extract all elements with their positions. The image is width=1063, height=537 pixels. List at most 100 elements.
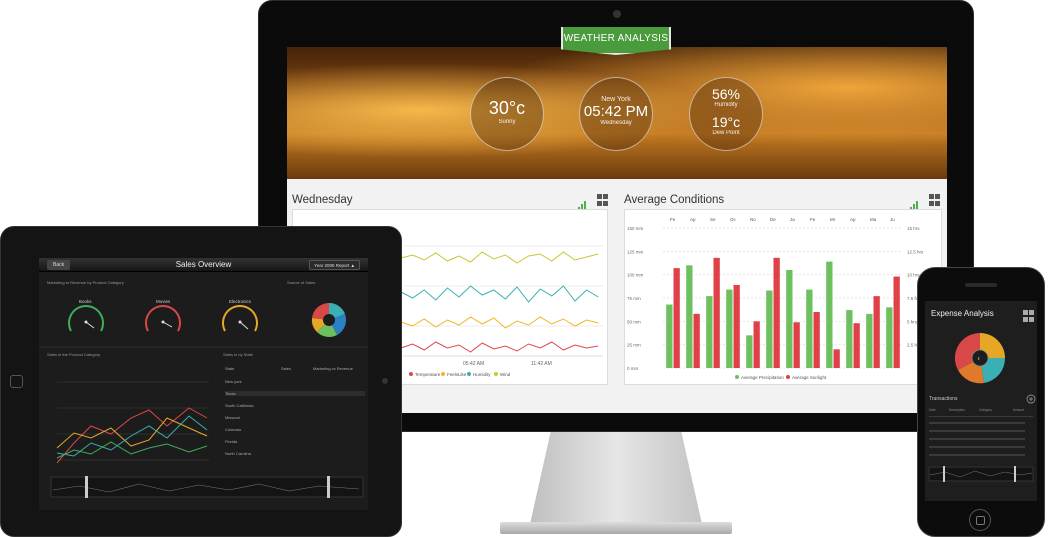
clock-circle: New York 05:42 PM Wednesday <box>579 77 653 151</box>
state-row-6[interactable]: North Carolina <box>225 451 251 456</box>
sunlight-bar <box>873 296 880 368</box>
gauge-label-books: Books <box>79 299 92 304</box>
weather-series-line <box>400 341 599 353</box>
gauge-books <box>68 305 104 332</box>
transaction-row[interactable] <box>929 422 1025 424</box>
precipitation-bar <box>866 313 873 368</box>
sunlight-bar <box>833 349 840 368</box>
tablet-device: Back Sales Overview Year 2005 Report ▲ M… <box>0 226 402 537</box>
sunlight-bar <box>813 312 820 368</box>
source-pie <box>311 302 347 337</box>
sunlight-bar <box>753 321 760 368</box>
phone-earpiece <box>965 283 997 287</box>
left-axis-tick: 150 mm <box>627 226 644 231</box>
left-axis-tick: 125 mm <box>627 249 644 254</box>
temperature-value: 30°c <box>488 98 526 118</box>
precipitation-bar <box>706 296 713 368</box>
sunlight-bar <box>893 276 900 368</box>
state-row-0[interactable]: New york <box>225 379 242 384</box>
month-label: Mr <box>830 217 836 222</box>
month-label: Ju <box>890 217 895 222</box>
phone-screen: Expense Analysis ‹ Transactions Date Des… <box>925 301 1037 501</box>
header-date: Date <box>929 408 936 412</box>
legend-sunlight: Average Sunlight <box>792 375 827 380</box>
month-label: Oc <box>730 217 737 222</box>
tablet-charts: Books Movies Electronics <box>39 299 368 498</box>
dew-label: Dew Point <box>712 130 740 136</box>
weather-hero: WEATHER ANALYSIS 30°c Sunny New York 05:… <box>287 27 947 179</box>
sunlight-bar <box>793 322 800 368</box>
time-tick-0: 05:42 AM <box>463 361 484 367</box>
grid-view-icon-2[interactable] <box>929 194 941 206</box>
header-amount: Amount <box>1013 408 1024 412</box>
phone-timeline-left-handle[interactable] <box>943 466 945 482</box>
month-label: Ap <box>690 217 696 222</box>
header-sales: Sales <box>281 366 292 371</box>
state-row-3[interactable]: Missouri <box>225 415 240 420</box>
left-axis-tick: 25 mm <box>627 343 641 348</box>
gauge-electronics <box>222 305 258 332</box>
city-label: New York <box>601 96 631 103</box>
chart-view-icon[interactable] <box>578 194 590 212</box>
gauge-label-movies: Movies <box>156 299 171 304</box>
right-axis-tick: 12.5 hrs <box>907 249 924 254</box>
timeline-left-handle[interactable] <box>85 476 88 498</box>
precipitation-bar <box>826 261 833 368</box>
precipitation-bar <box>786 270 793 368</box>
sunlight-bar <box>733 284 740 368</box>
legend-wind: Wind <box>500 372 511 377</box>
grid-view-icon[interactable] <box>597 194 609 206</box>
precipitation-bar <box>726 289 733 368</box>
legend-precipitation: Average Precipitation <box>741 375 784 380</box>
gauge-label-electronics: Electronics <box>229 299 252 304</box>
humidity-label: Humidity <box>714 102 738 108</box>
precipitation-bar <box>846 310 853 368</box>
transaction-row[interactable] <box>929 438 1025 440</box>
average-conditions-chart: 150 mm 125 mm 100 mm 75 mm 50 mm 25 mm 0 mm 15 … <box>627 217 924 380</box>
month-label: Fe <box>810 217 816 222</box>
product-line-chart <box>56 381 209 464</box>
left-axis-tick: 50 mm <box>627 319 641 324</box>
transactions-label: Transactions <box>929 396 958 402</box>
weather-series-line <box>400 285 599 303</box>
product-caption: Sales in the Product Category <box>47 352 101 357</box>
state-row-5[interactable]: Florida <box>225 439 237 444</box>
bar-view-icon[interactable] <box>910 194 922 212</box>
tablet-screen: Back Sales Overview Year 2005 Report ▲ M… <box>39 258 368 510</box>
dew-value: 19°c <box>711 114 741 130</box>
sunlight-bar <box>713 257 720 368</box>
wednesday-title: Wednesday <box>292 194 353 206</box>
legend-feelslike: FeelsLike <box>447 372 467 377</box>
header-state: State <box>225 366 235 371</box>
legend-precipitation-swatch <box>735 375 739 379</box>
sunlight-bar <box>853 323 860 368</box>
weather-series-line <box>400 251 599 264</box>
month-label: De <box>770 217 776 222</box>
state-row-4[interactable]: Colorado <box>225 427 241 432</box>
sunlight-bar <box>693 313 700 368</box>
timeline-right-handle[interactable] <box>327 476 330 498</box>
tablet-home-button[interactable] <box>10 375 23 388</box>
precipitation-bar <box>806 289 813 368</box>
monitor-base <box>500 522 732 534</box>
humidity-value: 56% <box>711 86 741 102</box>
precipitation-bar <box>766 290 773 368</box>
transaction-row[interactable] <box>929 430 1025 432</box>
month-label: Se <box>710 217 716 222</box>
legend-sunlight-swatch <box>786 375 790 379</box>
average-conditions-title: Average Conditions <box>624 194 725 206</box>
transaction-row[interactable] <box>929 446 1025 448</box>
phone-home-button[interactable] <box>969 509 991 531</box>
left-axis-tick: 100 mm <box>627 273 644 278</box>
precipitation-bar <box>746 335 753 368</box>
left-axis-tick: 75 mm <box>627 296 641 301</box>
transaction-row[interactable] <box>929 454 1025 456</box>
header-marketing: Marketing vs Revenue <box>313 366 353 371</box>
state-row-2[interactable]: South California <box>225 403 253 408</box>
month-label: Ap <box>850 217 856 222</box>
state-row-1[interactable]: Texas <box>225 391 365 396</box>
tablet-timeline[interactable] <box>50 476 364 498</box>
phone-timeline-right-handle[interactable] <box>1014 466 1016 482</box>
day-label: Wednesday <box>600 120 632 126</box>
sunlight-bar <box>773 257 780 368</box>
